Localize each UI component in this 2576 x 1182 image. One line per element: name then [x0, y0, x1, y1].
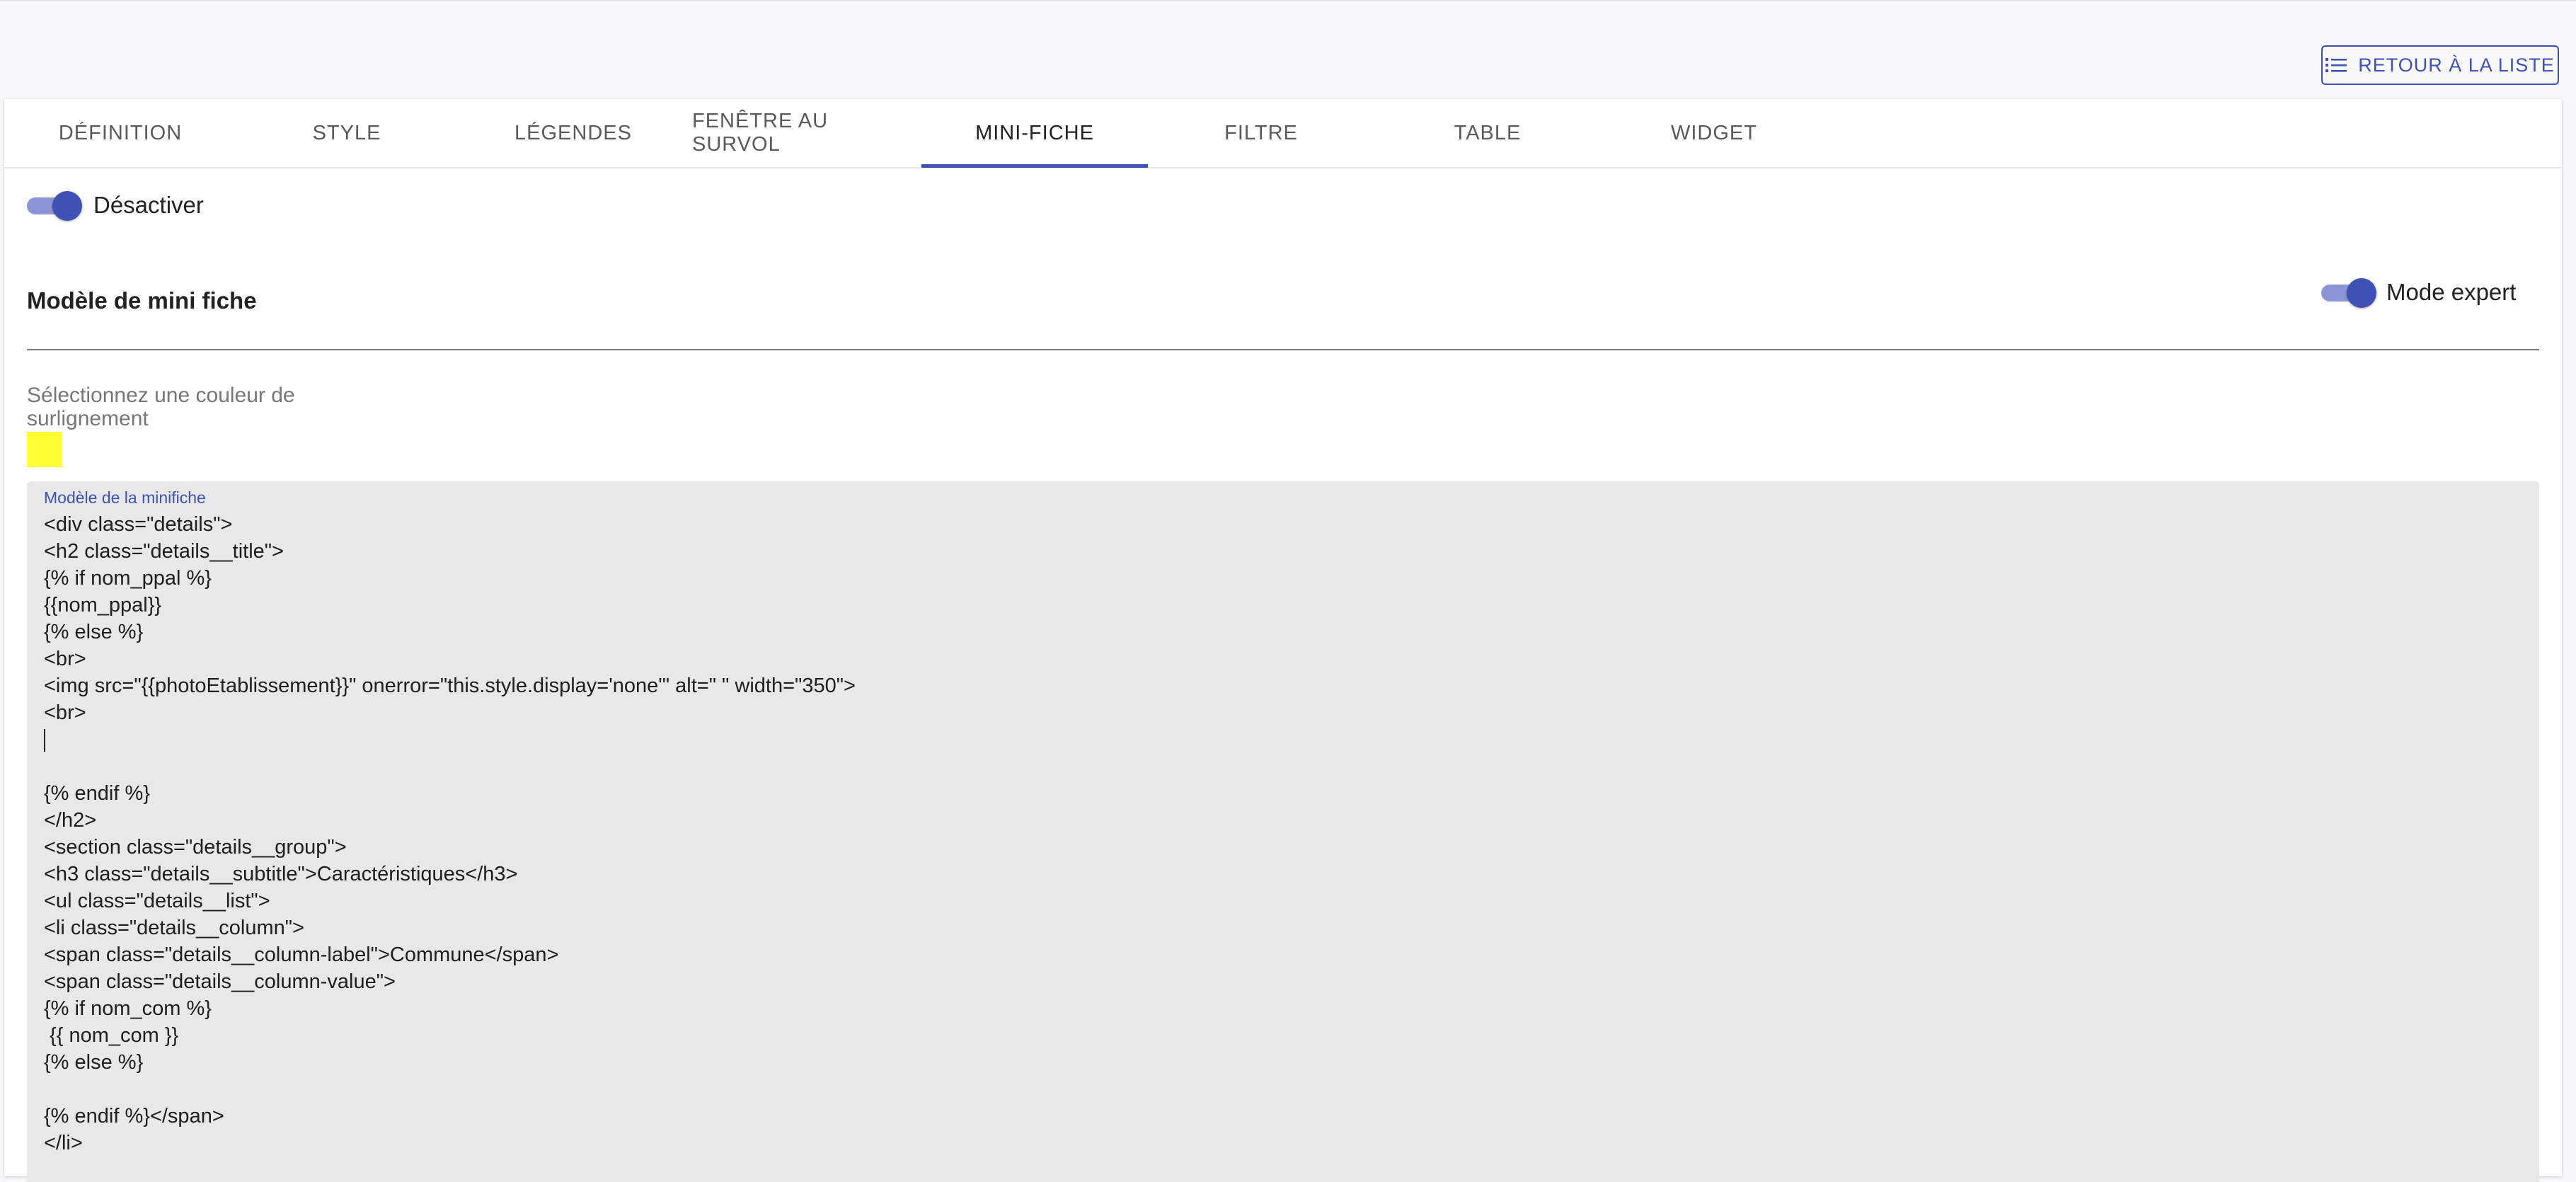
back-to-list-button[interactable]: RETOUR À LA LISTE — [2321, 45, 2559, 85]
tab-definition[interactable]: DÉFINITION — [7, 99, 234, 167]
code-line: <span class="details__column-label">Comm… — [44, 943, 559, 966]
code-line: {{nom_ppal}} — [44, 594, 162, 616]
disable-toggle[interactable] — [27, 190, 82, 221]
list-icon — [2325, 58, 2347, 72]
disable-toggle-thumb — [52, 191, 82, 221]
code-line: </li> — [44, 1132, 83, 1154]
highlight-color-label: Sélectionnez une couleur de surlignement — [27, 384, 295, 430]
editor-label: Modèle de la minifiche — [44, 488, 206, 507]
tab-bar: DÉFINITION STYLE LÉGENDES FENÊTRE AU SUR… — [4, 99, 2562, 168]
code-line: {{ nom_com }} — [44, 1024, 179, 1047]
section-divider — [27, 349, 2539, 350]
expert-mode-toggle-thumb — [2347, 278, 2376, 308]
code-line: <img src="{{photoEtablissement}}" onerro… — [44, 675, 856, 697]
top-bar: RETOUR À LA LISTE — [0, 0, 2576, 101]
tab-table[interactable]: TABLE — [1374, 99, 1601, 167]
code-line: <br> — [44, 648, 86, 670]
text-caret — [44, 729, 45, 752]
code-line: {% if nom_ppal %} — [44, 567, 212, 590]
expert-mode-label: Mode expert — [2386, 279, 2517, 305]
code-line: <ul class="details__list"> — [44, 890, 270, 912]
code-line — [44, 726, 2521, 753]
tab-fenetre-au-survol[interactable]: FENÊTRE AU SURVOL — [692, 99, 919, 167]
tab-filtre[interactable]: FILTRE — [1148, 99, 1374, 167]
expert-mode-toggle[interactable] — [2321, 277, 2376, 308]
code-line: <br> — [44, 701, 86, 724]
editor-content[interactable]: <div class="details"> <h2 class="details_… — [44, 511, 2521, 1157]
code-line: {% else %} — [44, 1051, 144, 1074]
active-tab-indicator — [921, 164, 1148, 168]
code-line: <h3 class="details__subtitle">Caractéris… — [44, 863, 518, 885]
code-line: </h2> — [44, 809, 97, 832]
minifiche-template-editor[interactable]: Modèle de la minifiche <div class="detai… — [27, 481, 2539, 1182]
tab-mini-fiche[interactable]: MINI-FICHE — [921, 99, 1148, 167]
back-to-list-label: RETOUR À LA LISTE — [2358, 54, 2555, 76]
tab-widget[interactable]: WIDGET — [1601, 99, 1827, 167]
code-line: <h2 class="details__title"> — [44, 540, 284, 563]
layer-editor-card: DÉFINITION STYLE LÉGENDES FENÊTRE AU SUR… — [4, 99, 2562, 1182]
code-line: <div class="details"> — [44, 513, 233, 536]
code-line: <li class="details__column"> — [44, 917, 304, 939]
tab-style[interactable]: STYLE — [234, 99, 460, 167]
code-line: {% endif %} — [44, 782, 150, 805]
code-line: {% else %} — [44, 621, 144, 643]
tab-legendes[interactable]: LÉGENDES — [460, 99, 686, 167]
code-line: <section class="details__group"> — [44, 836, 347, 859]
code-line: {% endif %}</span> — [44, 1105, 224, 1128]
highlight-color-swatch[interactable] — [27, 432, 62, 467]
code-line: {% if nom_com %} — [44, 997, 212, 1020]
disable-toggle-label: Désactiver — [93, 192, 204, 218]
section-title: Modèle de mini fiche — [27, 287, 257, 314]
code-line: <span class="details__column-value"> — [44, 970, 396, 993]
